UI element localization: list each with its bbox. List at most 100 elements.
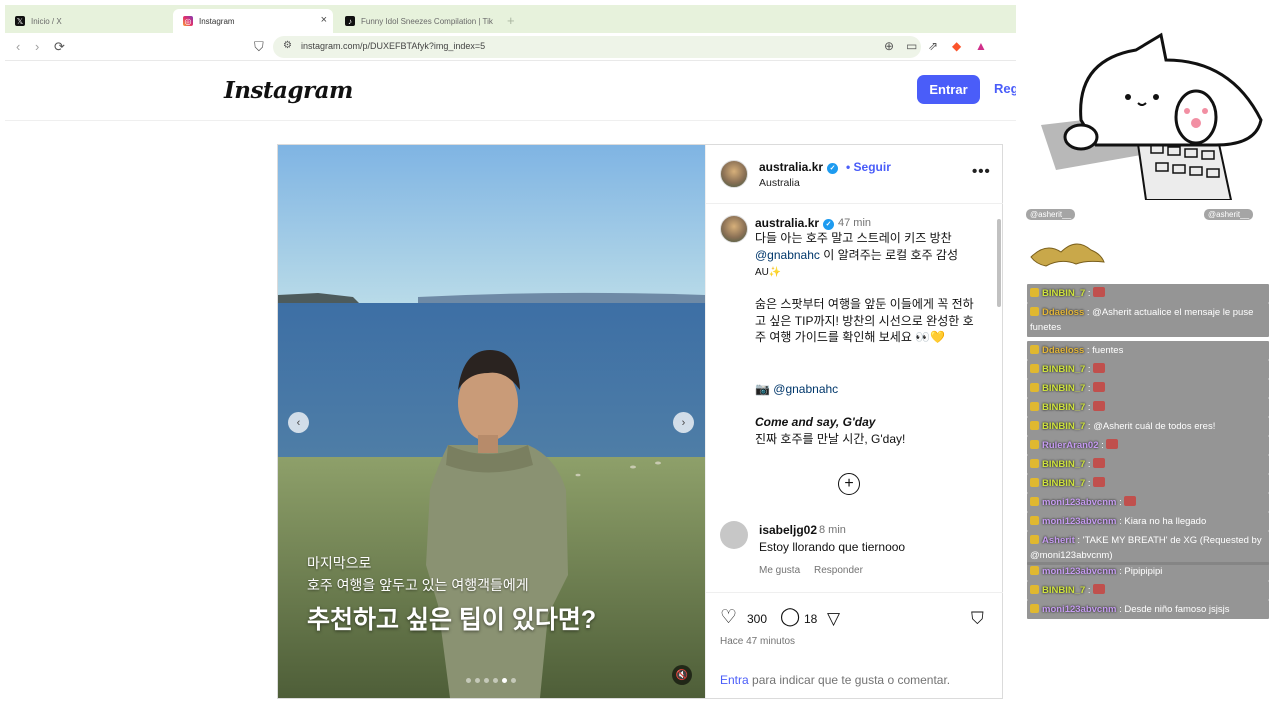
chat-badge-icon [1030,516,1039,525]
media-caption-line-1: 마지막으로 [307,555,372,571]
brave-rewards-icon[interactable]: ▲ [975,39,987,53]
chat-separator: : [1085,288,1094,299]
comment-like-button[interactable]: Me gusta [759,565,800,576]
carousel-dot [502,678,507,683]
login-prompt-text: para indicar que te gusta o comentar. [748,673,951,687]
post-actions: ♡ 300 ◯ 18 ▽ ⛉ Hace 47 minutos Entra par… [706,592,1003,698]
chat-username[interactable]: BINBIN_7 [1042,459,1085,470]
media-caption-line-2: 호주 여행을 앞두고 있는 여행객들에게 [307,577,529,593]
brave-shield-icon[interactable]: ◆ [952,39,961,53]
chat-badge-icon [1030,478,1039,487]
back-icon[interactable]: ‹ [16,39,20,54]
instagram-logo[interactable]: Instagram [224,77,353,104]
scrollbar-thumb[interactable] [997,219,1001,307]
avatar[interactable] [720,521,748,549]
reload-icon[interactable]: ⟳ [54,39,65,55]
tab-tiktok[interactable]: ♪ Funny Idol Sneezes Compilation | Tik [335,9,499,33]
comments-scrollbar[interactable] [995,205,1003,591]
x-logo-icon: 𝕏 [15,16,25,26]
chat-message: BINBIN_7 : [1027,398,1269,417]
carousel-indicator [466,678,516,683]
close-tab-icon[interactable]: × [321,14,327,26]
dragon-emote-icon [1030,243,1105,267]
caption-time: 47 min [838,217,872,229]
zoom-icon[interactable]: ⊕ [884,39,894,53]
register-button[interactable]: Registrarse [994,81,1016,96]
cat-overlay [1016,5,1280,201]
load-more-comments-icon[interactable]: + [838,473,860,495]
chat-separator: : [1085,585,1094,596]
mute-icon[interactable]: 🔇 [672,665,692,685]
chat-badge-icon [1030,585,1039,594]
carousel-prev-button[interactable]: ‹ [288,412,309,433]
username-text: australia.kr [759,160,824,174]
carousel-dot [484,678,489,683]
tab-instagram[interactable]: ◎ Instagram × [173,9,333,33]
caption-paragraph-1: 다들 아는 호주 말고 스트레이 키즈 방찬 @gnabnahc 이 알려주는 … [755,230,980,282]
chat-username[interactable]: RulerAran02 [1042,440,1099,451]
chat-badge-icon [1030,421,1039,430]
more-options-icon[interactable]: ••• [972,163,991,180]
chat-username[interactable]: BINBIN_7 [1042,288,1085,299]
chat-badge-icon [1030,604,1039,613]
cast-icon[interactable]: ▭ [906,39,917,53]
mention-link[interactable]: @gnabnahc [755,248,820,262]
chat-badge-icon [1030,459,1039,468]
chat-emote-icon [1093,477,1106,487]
login-link[interactable]: Entra [720,673,749,687]
login-button[interactable]: Entrar [917,75,980,104]
chat-message: Asherit : 'TAKE MY BREATH' de XG (Reques… [1027,531,1269,565]
like-heart-icon[interactable]: ♡ [720,606,737,629]
chat-username[interactable]: BINBIN_7 [1042,421,1085,432]
instagram-page: Instagram Entrar Registrarse [5,61,1016,720]
chat-username[interactable]: moni123abvcnm [1042,566,1116,577]
avatar[interactable] [720,160,748,188]
share-icon[interactable]: ⇗ [928,39,938,53]
comment-time: 8 min [819,524,846,536]
post-location[interactable]: Australia [759,177,800,189]
carousel-dot [493,678,498,683]
address-bar-row: ‹ › ⟳ ⛉ ⚙ instagram.com/p/DUXEFBTAfyk?im… [5,33,1016,61]
site-info-icon[interactable]: ⚙ [283,40,292,51]
comment-reply-button[interactable]: Responder [814,565,863,576]
bookmark-icon[interactable]: ⛉ [254,39,264,55]
chat-message: BINBIN_7 : [1027,284,1269,303]
chat-emote-icon [1093,401,1106,411]
save-bookmark-icon[interactable]: ⛉ [971,609,984,629]
post-username[interactable]: australia.kr ✓ [759,160,839,174]
chat-username[interactable]: moni123abvcnm [1042,516,1116,527]
chat-username[interactable]: BINBIN_7 [1042,364,1085,375]
likes-count: 300 [747,612,768,626]
tab-x[interactable]: 𝕏 Inicio / X [5,9,173,33]
forward-icon[interactable]: › [35,39,39,54]
chat-username[interactable]: Ddaeloss [1042,345,1084,356]
share-icon[interactable]: ▽ [827,609,840,629]
post-media[interactable]: ‹ › 마지막으로 호주 여행을 앞두고 있는 여행객들에게 추천하고 싶은 팁… [278,145,705,698]
chat-message: BINBIN_7 : [1027,379,1269,398]
bongo-cat-image [1016,5,1280,201]
comment-username[interactable]: isabeljg02 [759,523,817,537]
chat-username[interactable]: BINBIN_7 [1042,478,1085,489]
mention-link[interactable]: @gnabnahc [773,382,838,396]
chat-username[interactable]: BINBIN_7 [1042,585,1085,596]
tab-label: Instagram [199,16,235,26]
chat-separator: : [1074,535,1083,546]
browser-window: 𝕏 Inicio / X ◎ Instagram × ♪ Funny Idol … [5,5,1016,720]
username-text: australia.kr [755,216,820,230]
chat-username[interactable]: Asherit [1042,535,1075,546]
chat-message: RulerAran02 : [1027,436,1269,455]
new-tab-button[interactable]: + [507,13,515,28]
chat-username[interactable]: BINBIN_7 [1042,402,1085,413]
chat-separator: : [1085,383,1094,394]
avatar[interactable] [720,215,748,243]
follow-button[interactable]: • Seguir [846,160,891,174]
carousel-next-button[interactable]: › [673,412,694,433]
chat-username[interactable]: moni123abvcnm [1042,604,1116,615]
chat-message: moni123abvcnm : Pipipipipi [1027,562,1269,581]
chat-username[interactable]: BINBIN_7 [1042,383,1085,394]
comment-icon[interactable]: ◯ [780,606,800,627]
url-field[interactable]: ⚙ instagram.com/p/DUXEFBTAfyk?img_index=… [273,36,921,58]
chat-username[interactable]: Ddaeloss [1042,307,1084,318]
chat-username[interactable]: moni123abvcnm [1042,497,1116,508]
caption-author[interactable]: australia.kr ✓ [755,216,835,230]
